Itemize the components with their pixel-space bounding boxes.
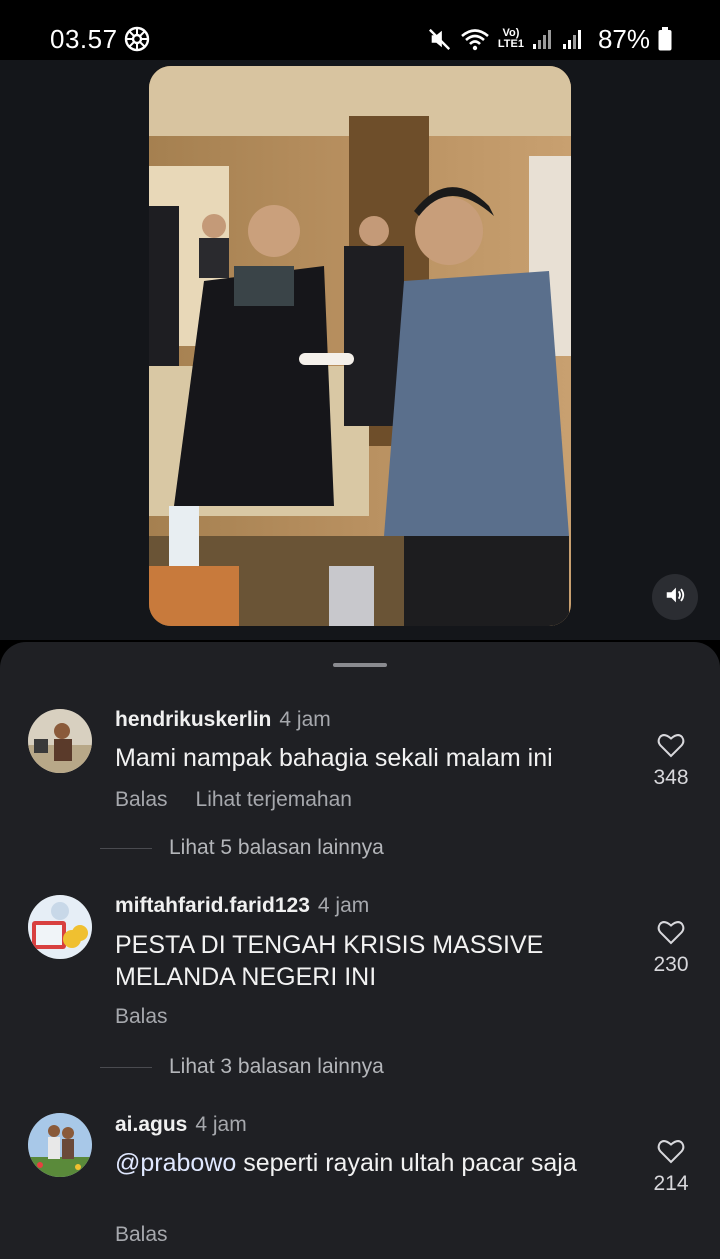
comment-username[interactable]: miftahfarid.farid123 (115, 894, 310, 917)
view-more-replies[interactable]: Lihat 3 balasan lainnya (100, 1055, 384, 1079)
reply-button[interactable]: Balas (115, 788, 168, 812)
battery-icon (658, 27, 672, 51)
translate-button[interactable]: Lihat terjemahan (196, 788, 352, 812)
volume-button[interactable] (652, 574, 698, 620)
video-area (0, 60, 720, 640)
comment-header: hendrikuskerlin 4 jam (115, 708, 331, 732)
heart-icon (640, 1138, 702, 1164)
divider (100, 847, 152, 849)
comment-actions: Balas (115, 1005, 168, 1029)
mention-link[interactable]: @prabowo (115, 1149, 236, 1177)
like-count: 230 (653, 953, 689, 976)
status-bar: 03.57 Vo) LTE1 87% (0, 0, 720, 60)
like-count: 348 (653, 766, 689, 789)
view-more-replies-label: Lihat 5 balasan lainnya (169, 836, 384, 859)
volte-icon: Vo) LTE1 (498, 28, 524, 50)
video-thumbnail (149, 66, 571, 626)
comment-header: ai.agus 4 jam (115, 1113, 247, 1137)
heart-icon (640, 732, 702, 758)
divider (100, 1066, 152, 1068)
signal-icon (532, 28, 554, 50)
like-count: 214 (653, 1172, 689, 1195)
avatar[interactable] (28, 1113, 92, 1177)
drag-handle[interactable] (333, 663, 387, 667)
view-more-replies-label: Lihat 3 balasan lainnya (169, 1055, 384, 1078)
mute-icon (428, 27, 452, 51)
comment-timestamp: 4 jam (195, 1113, 247, 1136)
avatar[interactable] (28, 895, 92, 959)
comment-actions: Balas Lihat terjemahan (115, 788, 352, 812)
like-button[interactable]: 348 (640, 732, 702, 790)
comment-text-body: seperti rayain ultah pacar saja (236, 1149, 577, 1177)
view-more-replies[interactable]: Lihat 5 balasan lainnya (100, 836, 384, 860)
signal-icon-2 (562, 28, 584, 50)
like-button[interactable]: 214 (640, 1138, 702, 1196)
comment-username[interactable]: ai.agus (115, 1113, 187, 1136)
wifi-icon (460, 27, 490, 51)
gear-icon (124, 26, 150, 52)
comment-username[interactable]: hendrikuskerlin (115, 708, 271, 731)
status-time: 03.57 (50, 24, 118, 54)
comment-text: Mami nampak bahagia sekali malam ini (115, 744, 553, 772)
comment-text: @prabowo seperti rayain ultah pacar saja (115, 1147, 585, 1179)
comment-header: miftahfarid.farid123 4 jam (115, 894, 369, 918)
status-icons: Vo) LTE1 87% (428, 24, 672, 54)
comment-text: PESTA DI TENGAH KRISIS MASSIVE MELANDA N… (115, 931, 544, 991)
comments-sheet: hendrikuskerlin 4 jam Mami nampak bahagia… (0, 642, 720, 1259)
like-button[interactable]: 230 (640, 919, 702, 977)
video-player[interactable] (149, 66, 571, 626)
comment-timestamp: 4 jam (279, 708, 331, 731)
heart-icon (640, 919, 702, 945)
comment-timestamp: 4 jam (317, 894, 370, 917)
reply-button[interactable]: Balas (115, 1223, 168, 1247)
speaker-icon (664, 584, 686, 611)
comment-actions: Balas (115, 1223, 168, 1247)
battery-percent: 87% (597, 23, 650, 54)
volte-label-bottom: LTE1 (497, 38, 524, 50)
reply-button[interactable]: Balas (115, 1005, 168, 1029)
avatar[interactable] (28, 709, 92, 773)
